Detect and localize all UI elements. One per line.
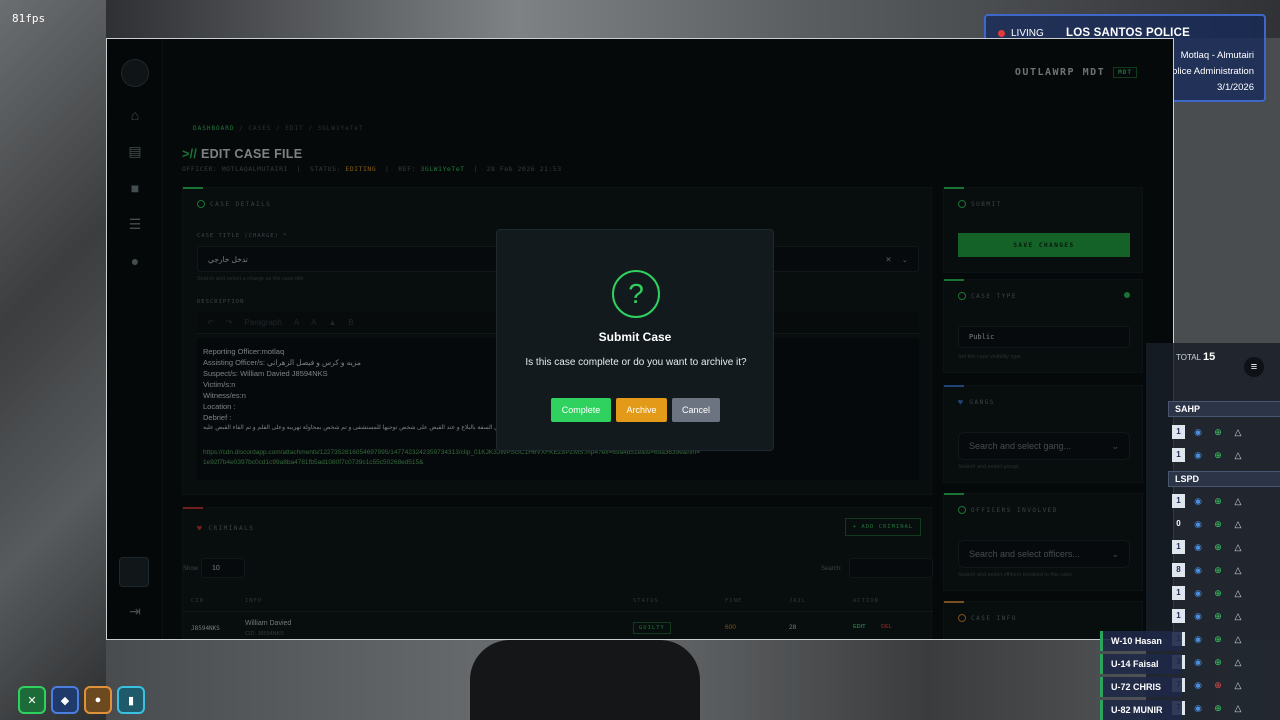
modal-message: Is this case complete or do you want to …	[525, 357, 747, 368]
warning-icon: △	[1234, 449, 1242, 460]
list-item[interactable]: 1 ◉ ⊕ △	[1172, 537, 1280, 557]
warning-icon: △	[1234, 541, 1242, 552]
list-item[interactable]: 1 ◉ ⊕ △	[1172, 491, 1280, 511]
modal-title: Submit Case	[598, 330, 672, 344]
status-dot-icon	[998, 30, 1005, 37]
radio-icon: ◉	[1194, 610, 1202, 621]
warning-icon: △	[1234, 564, 1242, 575]
list-item[interactable]: 1 ◉ ⊕ △	[1172, 629, 1280, 649]
list-item[interactable]: 1 ◉ ⊕ △	[1172, 445, 1280, 465]
globe-icon: ⊕	[1214, 564, 1222, 575]
list-item[interactable]: 8 ◉ ⊕ △	[1172, 560, 1280, 580]
radio-icon: ◉	[1194, 495, 1202, 506]
cancel-button[interactable]: Cancel	[672, 398, 720, 422]
menu-icon[interactable]: ≡	[1244, 357, 1264, 377]
warning-icon: △	[1234, 426, 1242, 437]
globe-icon: ⊕	[1214, 702, 1222, 713]
globe-icon: ⊕	[1214, 426, 1222, 437]
globe-icon: ⊕	[1214, 495, 1222, 506]
question-icon: ?	[612, 270, 660, 318]
armor-icon: ◆	[51, 686, 79, 714]
radio-icon: ◉	[1194, 587, 1202, 598]
globe-icon: ⊕	[1214, 449, 1222, 460]
officer-name: Motlaq - Almutairi	[1180, 50, 1254, 61]
radio-icon: ◉	[1194, 633, 1202, 644]
list-item[interactable]: 7 ◉ ⊕ △	[1172, 698, 1280, 718]
unit-callsign[interactable]: U-82 MUNIR	[1100, 700, 1182, 720]
globe-icon: ⊕	[1214, 633, 1222, 644]
archive-button[interactable]: Archive	[616, 398, 667, 422]
radio-icon: ◉	[1194, 426, 1202, 437]
warning-icon: △	[1234, 495, 1242, 506]
radio-icon: ◉	[1194, 564, 1202, 575]
radio-icon: ◉	[1194, 541, 1202, 552]
complete-button[interactable]: Complete	[551, 398, 611, 422]
hunger-icon: ●	[84, 686, 112, 714]
warning-icon: △	[1234, 633, 1242, 644]
globe-icon: ⊕	[1214, 518, 1222, 529]
group-header: LSPD	[1168, 471, 1280, 487]
warning-icon: △	[1234, 518, 1242, 529]
submit-case-modal: ? Submit Case Is this case complete or d…	[496, 229, 774, 451]
thirst-icon: ▮	[117, 686, 145, 714]
radio-icon: ◉	[1194, 656, 1202, 667]
warning-icon: △	[1234, 610, 1242, 621]
unit-callsign[interactable]: U-14 Faisal	[1100, 654, 1182, 674]
list-item[interactable]: 0 ◉ ⊕ △	[1172, 514, 1280, 534]
globe-icon: ⊕	[1214, 610, 1222, 621]
unit-callsign[interactable]: W-10 Hasan	[1100, 631, 1182, 651]
warning-icon: △	[1234, 679, 1242, 690]
radio-icon: ◉	[1194, 518, 1202, 529]
mdt-window: ⌂ ▤ ■ ☰ ● ⇥ OUTLAWRP MDT MDT DASHBOARD /…	[106, 38, 1174, 640]
microphone-muted-icon: ✕	[18, 686, 46, 714]
radio-icon: ◉	[1194, 679, 1202, 690]
list-item[interactable]: 3 ◉ ⊕ △	[1172, 652, 1280, 672]
globe-icon: ⊕	[1214, 587, 1222, 598]
list-item[interactable]: 7 ◉ ⊕ △	[1172, 675, 1280, 695]
warning-icon: △	[1234, 702, 1242, 713]
radio-icon: ◉	[1194, 702, 1202, 713]
globe-icon: ⊕	[1214, 541, 1222, 552]
list-item[interactable]: 1 ◉ ⊕ △	[1172, 606, 1280, 626]
warning-icon: △	[1234, 587, 1242, 598]
game-background-left	[0, 0, 106, 720]
officer-role: Police Administration	[1165, 66, 1254, 77]
fps-counter: 81fps	[12, 12, 46, 25]
globe-icon: ⊕	[1214, 656, 1222, 667]
warning-icon: △	[1234, 656, 1242, 667]
hud-date: 3/1/2026	[1217, 82, 1254, 93]
radio-icon: ◉	[1194, 449, 1202, 460]
unit-callsign[interactable]: U-72 CHRIS	[1100, 677, 1182, 697]
group-header: SAHP	[1168, 401, 1280, 417]
list-item[interactable]: 1 ◉ ⊕ △	[1172, 422, 1280, 442]
list-item[interactable]: 1 ◉ ⊕ △	[1172, 583, 1280, 603]
game-character	[470, 640, 700, 720]
globe-icon: ⊕	[1214, 679, 1222, 690]
total-count: TOTAL 15	[1176, 351, 1216, 363]
